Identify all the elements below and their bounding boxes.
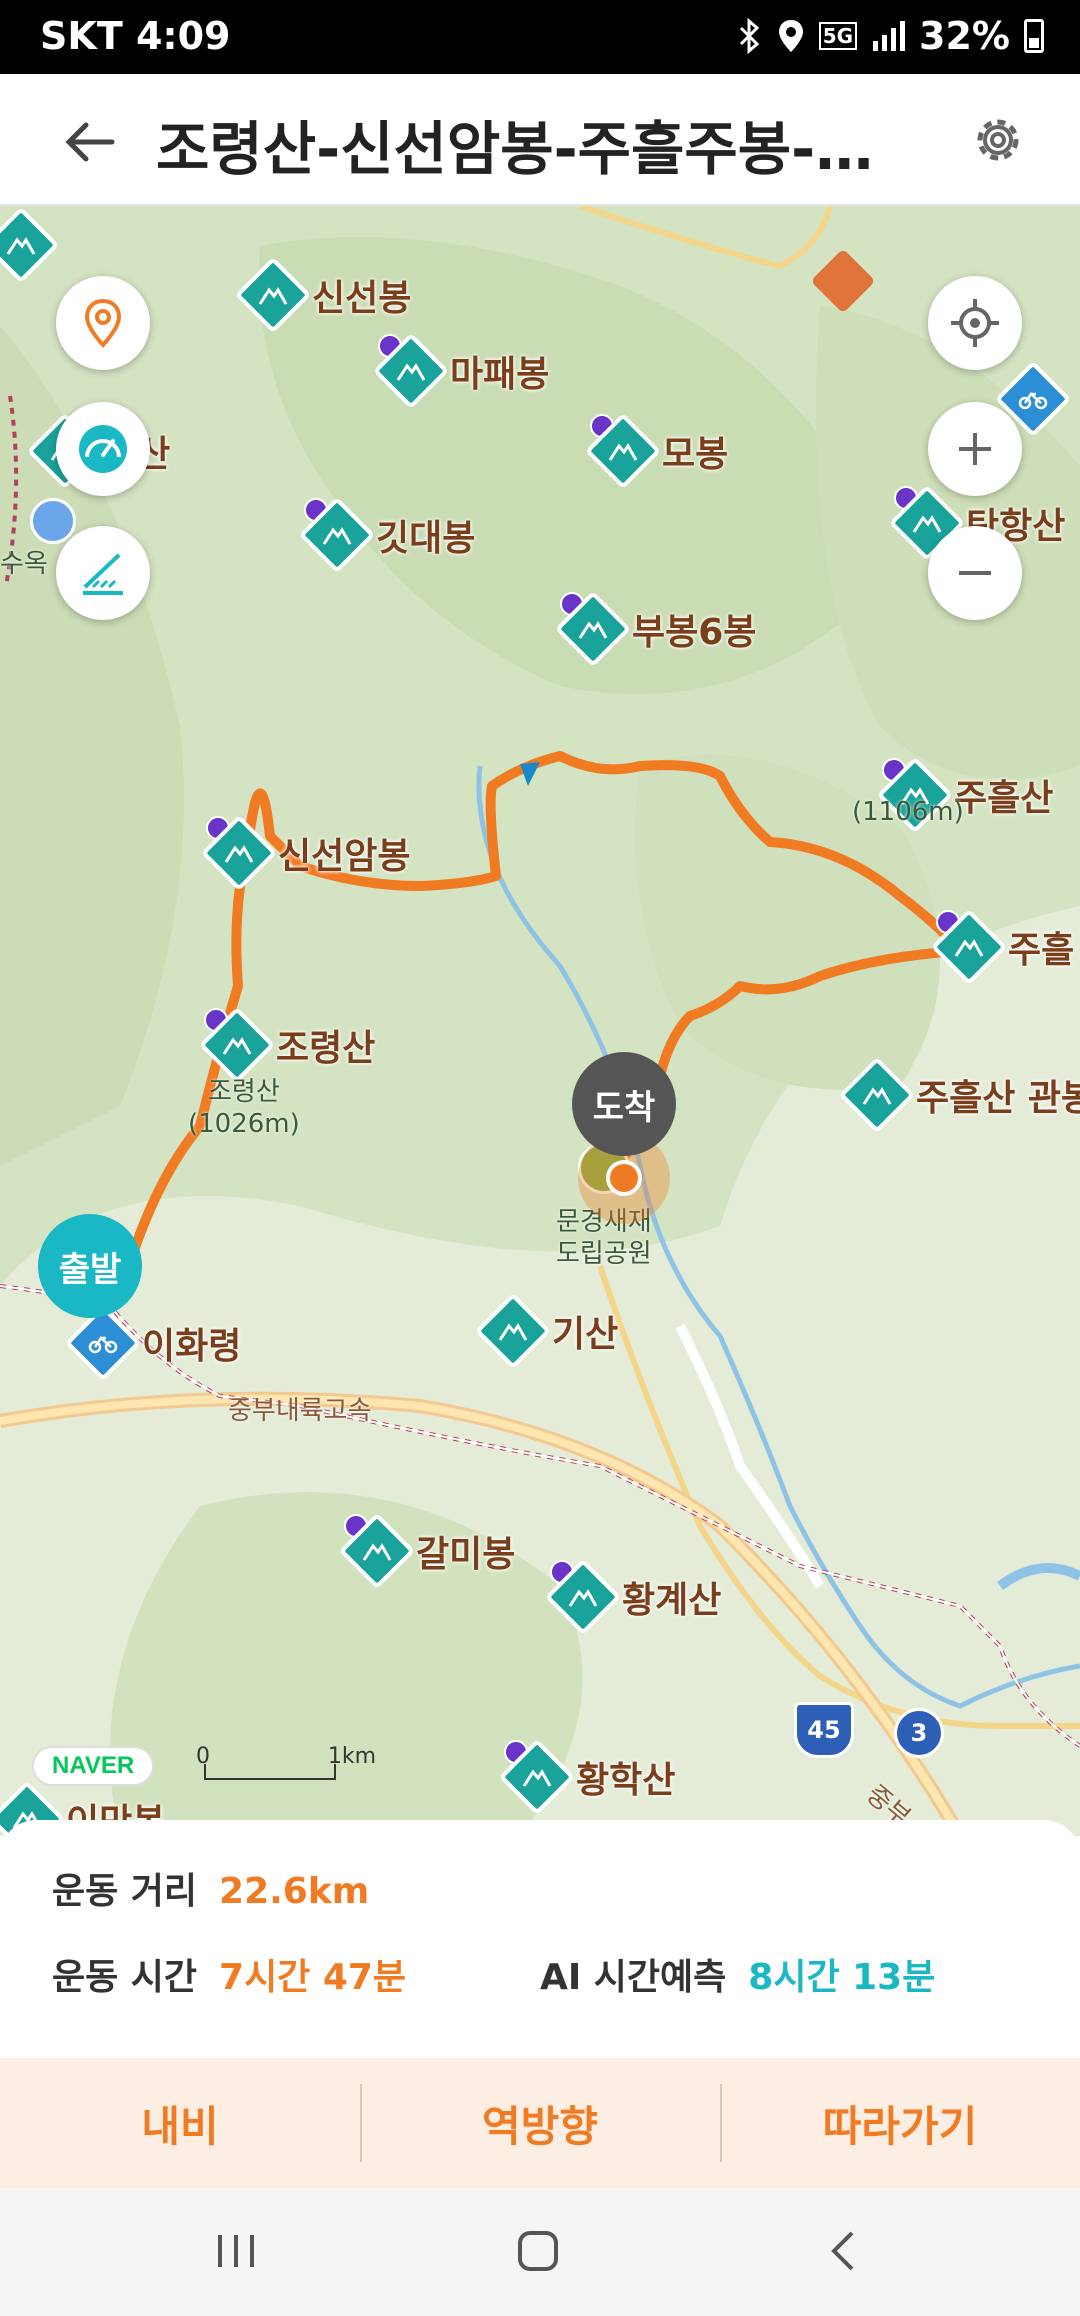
poi-label: 깃대봉 — [376, 518, 476, 559]
road-label: 중부내륙고속 — [228, 1396, 372, 1426]
clock: 4:09 — [135, 14, 231, 58]
map-marker-joryeongsan[interactable]: 조령산 — [198, 1006, 376, 1084]
map-marker-mapaebong[interactable]: 마패봉 — [372, 332, 550, 410]
map-marker-ihwaryeong[interactable]: 이화령 — [64, 1304, 242, 1382]
elevation-profile-button[interactable] — [56, 526, 150, 620]
battery-percent: 32% — [919, 14, 1010, 58]
location-pin-icon — [84, 298, 122, 348]
back-button[interactable] — [814, 2226, 874, 2276]
map-marker-left-edge[interactable] — [0, 206, 60, 284]
carrier: SKT — [40, 14, 123, 58]
route-stats-panel: 운동 거리 22.6km 운동 시간 7시간 47분 AI 시간예측 8시간 13분 — [0, 1820, 1080, 2060]
water-facility-icon[interactable] — [30, 498, 76, 544]
poi-label: 마패봉 — [450, 354, 550, 395]
action-bar: 내비 역방향 따라가기 — [0, 2058, 1080, 2188]
time-label: 운동 시간 — [52, 1957, 198, 1998]
ai-estimate-row: AI 시간예측 8시간 13분 — [540, 1948, 935, 2000]
map-marker-mobong[interactable]: 모봉 — [584, 412, 729, 490]
mountain-icon — [234, 256, 312, 334]
my-location-button[interactable] — [928, 276, 1022, 370]
elevation-icon — [83, 553, 123, 595]
speedometer-icon — [79, 425, 127, 473]
elevation-label-juheul: (1106m) — [852, 797, 964, 827]
scale-unit: 1km — [327, 1744, 376, 1769]
map-marker-sinseonbong[interactable]: 신선봉 — [234, 256, 412, 334]
status-left: SKT 4:09 — [40, 14, 231, 58]
left-place-label: 수옥 — [0, 549, 48, 579]
poi-label: 부봉6봉 — [632, 612, 757, 653]
map-marker-hwanghaksan[interactable]: 황학산 — [498, 1738, 676, 1816]
system-nav-bar — [0, 2188, 1080, 2316]
poi-label: 모봉 — [662, 434, 729, 475]
map-marker-galmibong[interactable]: 갈미봉 — [338, 1512, 516, 1590]
poi-label: 주흘산 — [954, 778, 1054, 819]
location-pin-button[interactable] — [56, 276, 150, 370]
ai-estimate-value: 8시간 13분 — [748, 1957, 936, 1998]
network-type: 5G — [818, 22, 858, 50]
destination-dot-icon — [606, 1160, 642, 1196]
time-value: 7시간 47분 — [219, 1957, 407, 1998]
status-right: 5G 32% — [735, 14, 1044, 58]
follow-route-button[interactable]: 따라가기 — [720, 2058, 1080, 2188]
map-marker-gitdaebong[interactable]: 깃대봉 — [298, 496, 476, 574]
start-marker[interactable]: 출발 — [38, 1214, 142, 1318]
recent-apps-button[interactable] — [206, 2226, 266, 2276]
mountain-icon — [838, 1056, 916, 1134]
bluetooth-icon — [739, 18, 759, 54]
mountain-icon — [474, 1292, 552, 1370]
map-view[interactable]: 신선봉 마패봉 모봉 깃대봉 부봉6봉 주흘산 신선암봉 조령산 주흘 주흘산 … — [0, 206, 1080, 1836]
navigation-button[interactable]: 내비 — [0, 2058, 360, 2188]
national-route-shield: 3 — [894, 1708, 944, 1758]
map-marker-gisan[interactable]: 기산 — [474, 1292, 619, 1370]
map-scale: 0 1km — [196, 1744, 376, 1780]
map-marker-bubong[interactable]: 부봉6봉 — [554, 590, 757, 668]
poi-label: 갈미봉 — [416, 1534, 516, 1575]
elevation-label-joryeong: 조령산 (1026m) — [188, 1077, 300, 1139]
map-marker-juheul[interactable]: 주흘 — [930, 908, 1075, 986]
distance-label: 운동 거리 — [52, 1871, 198, 1912]
naver-logo: NAVER — [32, 1746, 155, 1786]
back-arrow-icon[interactable] — [60, 112, 120, 172]
poi-label: 기산 — [552, 1314, 619, 1355]
map-marker-hwanggyesan[interactable]: 황계산 — [544, 1558, 722, 1636]
map-marker-juheulsan-gwanbong[interactable]: 주흘산 관봉 — [838, 1056, 1080, 1134]
status-bar: SKT 4:09 5G 32% — [0, 0, 1080, 74]
map-marker-bicycle-right[interactable] — [994, 360, 1072, 438]
map-marker-sinseonambong[interactable]: 신선암봉 — [200, 814, 411, 892]
recent-apps-icon — [218, 2235, 254, 2267]
home-icon — [518, 2231, 558, 2271]
poi-label: 주흘 — [1008, 930, 1075, 971]
ai-estimate-label: AI 시간예측 — [540, 1957, 727, 1998]
zoom-in-button[interactable] — [928, 402, 1022, 496]
scale-zero: 0 — [196, 1744, 210, 1769]
poi-label: 조령산 — [276, 1028, 376, 1069]
arrive-marker[interactable]: 도착 — [572, 1052, 676, 1156]
battery-icon — [1024, 19, 1044, 53]
app-header: 조령산-신선암봉-주흘주봉-문... — [0, 74, 1080, 206]
poi-label: 황학산 — [576, 1760, 676, 1801]
poi-label: 황계산 — [622, 1580, 722, 1621]
distance-row: 운동 거리 22.6km — [52, 1862, 369, 1914]
back-chevron-icon — [831, 2231, 854, 2271]
location-icon — [778, 20, 803, 52]
plus-icon — [959, 433, 991, 465]
poi-label: 신선암봉 — [278, 836, 411, 877]
zoom-out-button[interactable] — [928, 526, 1022, 620]
page-title: 조령산-신선암봉-주흘주봉-문... — [156, 115, 916, 183]
scale-bar — [204, 1764, 336, 1780]
distance-value: 22.6km — [219, 1871, 370, 1912]
speed-gauge-button[interactable] — [56, 402, 150, 496]
poi-label: 주흘산 관봉 — [916, 1078, 1080, 1119]
reverse-direction-button[interactable]: 역방향 — [360, 2058, 720, 2188]
home-button[interactable] — [508, 2226, 568, 2276]
poi-label: 이화령 — [142, 1326, 242, 1367]
signal-icon — [873, 21, 906, 51]
poi-label: 신선봉 — [312, 278, 412, 319]
minus-icon — [959, 571, 991, 575]
time-row: 운동 시간 7시간 47분 — [52, 1948, 406, 2000]
gear-icon[interactable] — [968, 110, 1028, 170]
crosshair-icon — [951, 299, 999, 347]
expressway-shield: 45 — [794, 1702, 854, 1758]
